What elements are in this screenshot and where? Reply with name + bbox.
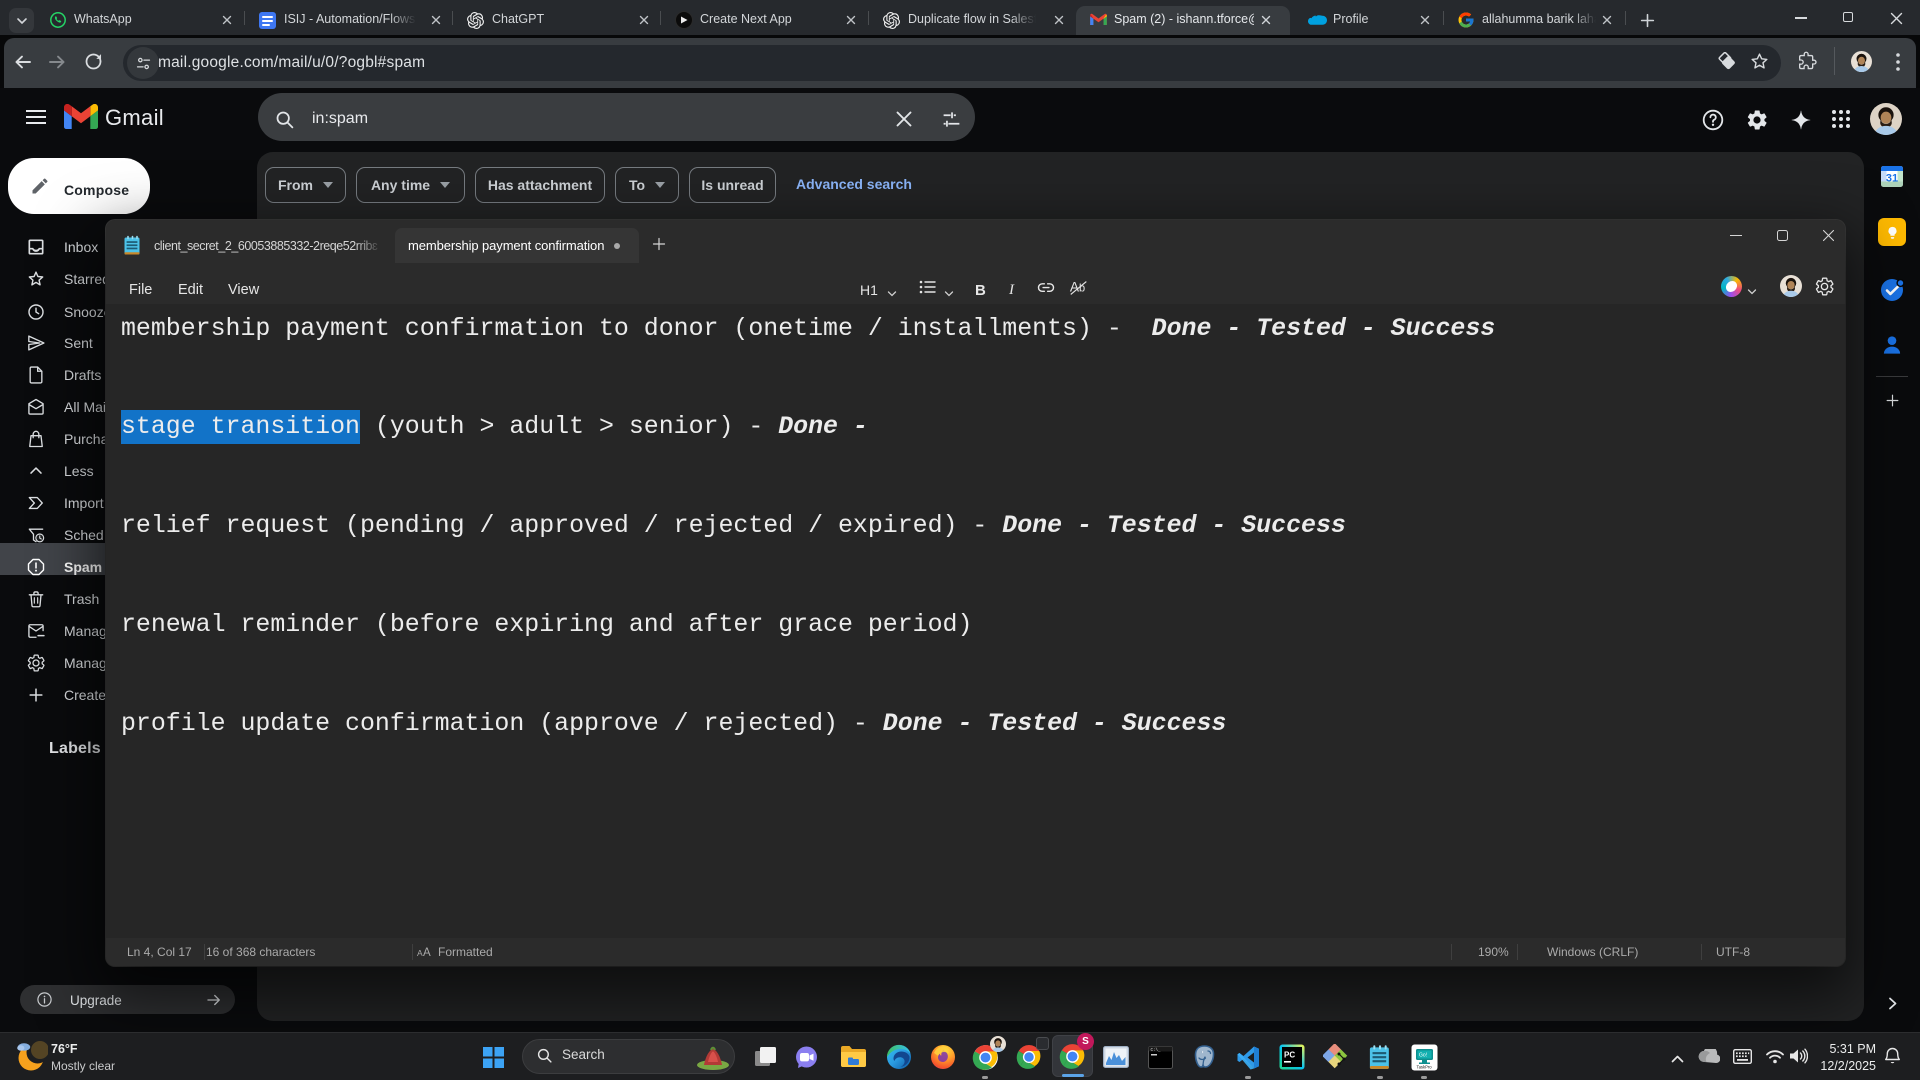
svg-text:A: A: [423, 947, 431, 958]
svg-text:TaskPro: TaskPro: [1416, 1064, 1432, 1069]
svg-text:C:\_: C:\_: [1150, 1048, 1161, 1053]
svg-text:PC: PC: [1284, 1051, 1295, 1060]
svg-text:Go!: Go!: [1419, 1052, 1427, 1058]
svg-text:31: 31: [1886, 173, 1898, 185]
